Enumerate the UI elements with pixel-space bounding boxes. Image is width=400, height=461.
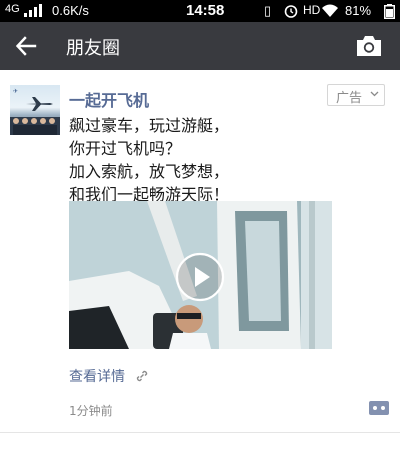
page-title: 朋友圈 (66, 38, 120, 59)
ad-label: 广告 (336, 91, 363, 106)
video-thumbnail[interactable] (69, 201, 332, 349)
vibrate-icon: ▯ (264, 3, 272, 18)
moment-post: ✈ 一起开飞机 广告 飙过豪车，玩过游艇， 你开过飞机吗？ 加入索航，放飞梦想，… (0, 70, 400, 461)
post-text-line: 飙过豪车，玩过游艇， (69, 116, 230, 135)
back-arrow-icon[interactable] (14, 34, 38, 58)
post-text-line: 你开过飞机吗？ (69, 139, 182, 158)
battery-percent: 81% (345, 3, 372, 18)
avatar-logo-icon: ✈ (13, 89, 19, 95)
view-details-link[interactable]: 查看详情 (69, 366, 125, 386)
network-type: 4G (5, 3, 20, 15)
status-time: 14:58 (186, 2, 225, 19)
wifi-icon (322, 4, 338, 17)
status-bar: 4G 0.6K/s 14:58 ▯ HD 81% (0, 0, 400, 22)
author-name[interactable]: 一起开飞机 (69, 87, 149, 111)
network-speed: 0.6K/s (52, 3, 89, 18)
alarm-icon (284, 5, 298, 18)
link-icon (136, 370, 148, 382)
post-text-line: 加入索航，放飞梦想， (69, 162, 230, 181)
hd-indicator: HD (303, 3, 321, 17)
post-text: 飙过豪车，玩过游艇， 你开过飞机吗？ 加入索航，放飞梦想， 和我们一起畅游天际！ (69, 114, 369, 206)
signal-icon (24, 4, 42, 17)
airplane-icon (26, 97, 53, 111)
camera-icon[interactable] (355, 34, 383, 58)
battery-icon (384, 4, 395, 19)
avatar[interactable]: ✈ (10, 85, 60, 135)
divider (0, 432, 400, 433)
post-time: 1分钟前 (69, 404, 113, 418)
crew-image (10, 117, 60, 135)
comment-icon[interactable] (369, 401, 389, 415)
play-icon[interactable] (175, 252, 225, 302)
nav-bar: 朋友圈 (0, 22, 400, 70)
chevron-down-icon (370, 91, 379, 97)
ad-tag-button[interactable]: 广告 (327, 84, 385, 106)
